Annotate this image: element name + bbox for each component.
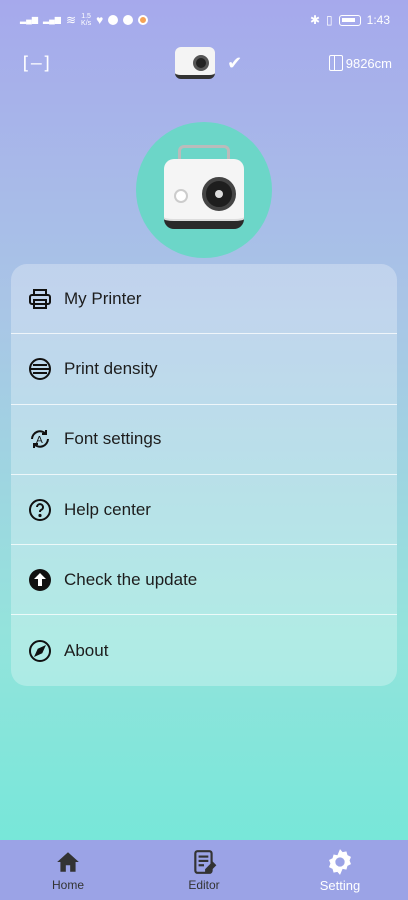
device-printer-icon bbox=[175, 47, 216, 79]
signal-icon: ▂▄▆ bbox=[20, 15, 38, 24]
update-icon bbox=[28, 568, 52, 592]
menu-item-my-printer[interactable]: My Printer bbox=[11, 264, 397, 335]
settings-menu: My Printer Print density A Font settings bbox=[11, 264, 397, 686]
menu-item-label: Font settings bbox=[64, 429, 162, 449]
printer-icon bbox=[28, 287, 52, 311]
menu-item-print-density[interactable]: Print density bbox=[11, 334, 397, 405]
nav-editor[interactable]: Editor bbox=[154, 848, 254, 892]
gear-icon bbox=[326, 848, 354, 876]
net-speed-value: 1.5 bbox=[81, 13, 91, 20]
menu-item-help-center[interactable]: Help center bbox=[11, 475, 397, 546]
net-speed: 1.5 K/s bbox=[81, 13, 91, 27]
about-icon bbox=[28, 639, 52, 663]
menu-item-check-update[interactable]: Check the update bbox=[11, 545, 397, 616]
menu-item-about[interactable]: About bbox=[11, 615, 397, 685]
nav-label: Home bbox=[51, 878, 84, 892]
menu-item-label: Print density bbox=[64, 358, 158, 378]
alert-icon bbox=[138, 15, 149, 25]
signal-icon-2: ▂▄▆ bbox=[42, 15, 61, 24]
chat-icon bbox=[123, 15, 134, 25]
nav-home[interactable]: Home bbox=[18, 848, 118, 892]
vibrate-icon: ▯ bbox=[326, 13, 333, 27]
bluetooth-icon: ✱ bbox=[309, 13, 321, 27]
nav-setting[interactable]: Setting bbox=[290, 848, 390, 893]
top-bar: [–] ✔ 9826cm bbox=[0, 40, 408, 86]
connected-device[interactable]: ✔ bbox=[175, 47, 242, 79]
nav-label: Editor bbox=[188, 878, 220, 892]
editor-icon bbox=[190, 848, 218, 876]
density-icon bbox=[28, 357, 52, 381]
printer-hero bbox=[136, 122, 272, 258]
status-bar: ▂▄▆ ▂▄▆ ≋ 1.5 K/s ♥ ✱ ▯ 1:43 bbox=[0, 0, 408, 40]
printer-image bbox=[164, 145, 244, 229]
menu-item-font-settings[interactable]: A Font settings bbox=[11, 405, 397, 475]
menu-item-label: About bbox=[64, 640, 109, 660]
menu-item-label: My Printer bbox=[64, 288, 142, 308]
font-settings-icon: A bbox=[28, 427, 52, 451]
clock: 1:43 bbox=[366, 13, 390, 27]
wifi-icon: ≋ bbox=[65, 13, 77, 27]
paper-roll-icon bbox=[328, 55, 343, 71]
battery-icon bbox=[338, 14, 361, 26]
paper-length: 9826cm bbox=[328, 55, 392, 71]
nav-label: Setting bbox=[319, 877, 361, 893]
menu-item-label: Help center bbox=[64, 499, 151, 519]
connected-check-icon: ✔ bbox=[227, 52, 243, 73]
collapse-icon[interactable]: [–] bbox=[20, 53, 53, 74]
app-notification-icon bbox=[108, 15, 119, 25]
bottom-nav: Home Editor Setting bbox=[0, 840, 408, 900]
home-icon bbox=[54, 848, 82, 876]
heart-icon: ♥ bbox=[96, 13, 104, 27]
status-right: ✱ ▯ 1:43 bbox=[310, 13, 390, 27]
net-speed-unit: K/s bbox=[81, 20, 92, 27]
paper-length-value: 9826cm bbox=[345, 55, 392, 71]
status-left: ▂▄▆ ▂▄▆ ≋ 1.5 K/s ♥ bbox=[20, 13, 149, 27]
svg-text:A: A bbox=[36, 435, 43, 446]
menu-item-label: Check the update bbox=[64, 569, 198, 589]
help-icon bbox=[28, 498, 52, 522]
